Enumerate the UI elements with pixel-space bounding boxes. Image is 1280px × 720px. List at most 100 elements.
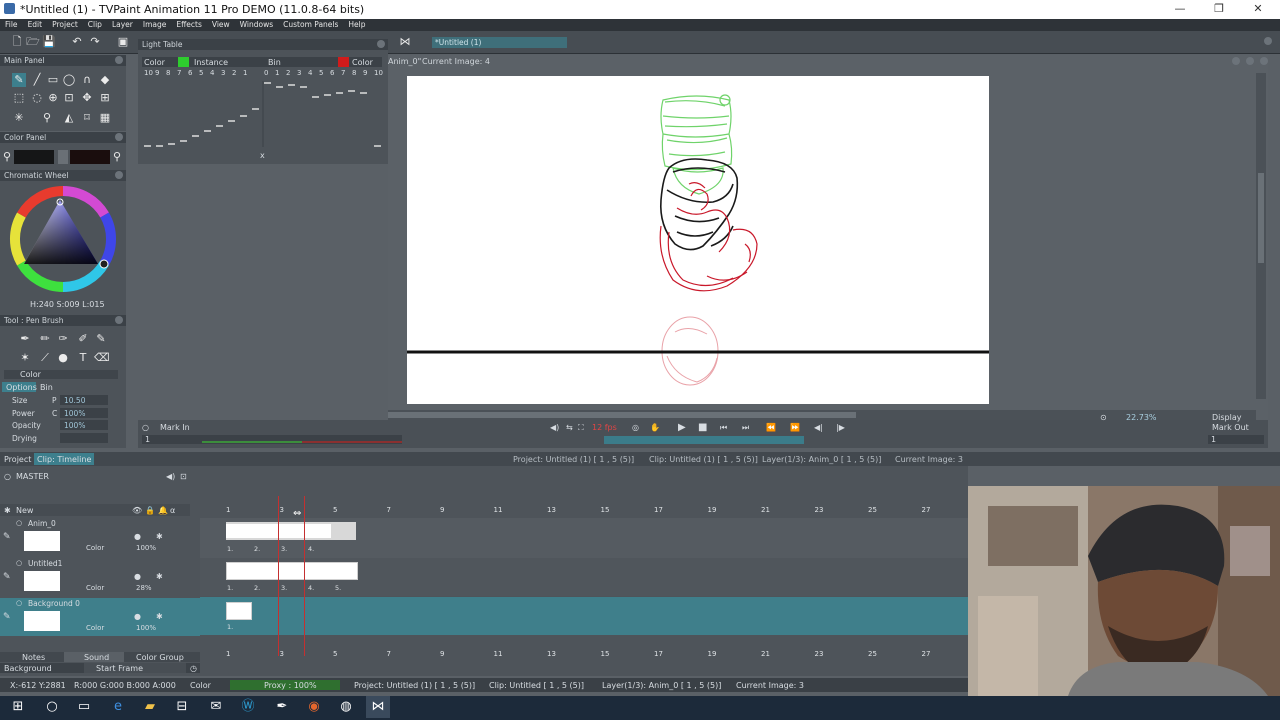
- warp-tool-icon[interactable]: ◭: [62, 111, 76, 125]
- start-frame-dropdown[interactable]: Start Frame: [84, 663, 186, 673]
- close-button[interactable]: ✕: [1238, 2, 1278, 17]
- light-table-num[interactable]: 5: [319, 69, 323, 77]
- menu-file[interactable]: File: [0, 19, 23, 30]
- record-icon[interactable]: ✋: [650, 423, 660, 432]
- close-icon[interactable]: [377, 40, 385, 48]
- tool-option-value[interactable]: [60, 432, 108, 443]
- scatter-icon[interactable]: ✶: [18, 351, 32, 365]
- tool-option-value[interactable]: 100%: [60, 420, 108, 430]
- light-table-num[interactable]: 8: [166, 69, 170, 77]
- eyedropper-icon[interactable]: ⚲: [2, 150, 12, 164]
- app-w-icon[interactable]: Ⓦ: [236, 696, 260, 718]
- fps-display[interactable]: 12 fps: [592, 423, 617, 432]
- color-wheel[interactable]: [8, 184, 118, 294]
- light-table-num[interactable]: 4: [308, 69, 312, 77]
- secondary-color-swatch[interactable]: [70, 150, 110, 164]
- store-icon[interactable]: ⊟: [170, 696, 194, 718]
- ellipse-tool-icon[interactable]: ◯: [62, 73, 76, 87]
- light-table-num[interactable]: 6: [330, 69, 334, 77]
- file-explorer-icon[interactable]: ▰: [138, 696, 162, 718]
- minimize-button[interactable]: —: [1160, 2, 1200, 17]
- app-pen-icon[interactable]: ✒: [270, 696, 294, 718]
- close-icon[interactable]: [115, 56, 123, 64]
- pencil-icon[interactable]: ✏: [38, 332, 52, 346]
- tool-option-value[interactable]: 100%: [60, 407, 108, 418]
- light-table-num[interactable]: 0: [264, 69, 268, 77]
- select-tool-icon[interactable]: ⬚: [12, 91, 26, 105]
- first-frame-button[interactable]: ⏮: [720, 423, 727, 433]
- menu-edit[interactable]: Edit: [23, 19, 48, 30]
- close-icon[interactable]: [115, 171, 123, 179]
- drawing-canvas[interactable]: [407, 76, 989, 404]
- last-frame-button[interactable]: ⏭: [742, 423, 749, 433]
- next-frame-button[interactable]: ⏩: [790, 423, 800, 432]
- search-icon[interactable]: ○: [40, 696, 64, 718]
- tool-option-mode[interactable]: C: [52, 409, 57, 418]
- speaker-icon[interactable]: ◀): [550, 423, 559, 432]
- rectangle-tool-icon[interactable]: ▭: [46, 73, 60, 87]
- doc-tab[interactable]: *Untitled (1): [432, 37, 567, 48]
- tool-color-row[interactable]: Color: [4, 370, 118, 379]
- mark-in-icon[interactable]: ○: [142, 423, 149, 432]
- playhead-line[interactable]: [278, 496, 279, 656]
- menu-windows[interactable]: Windows: [235, 19, 278, 30]
- instance-color-swatch[interactable]: [178, 57, 189, 67]
- menu-view[interactable]: View: [207, 19, 235, 30]
- light-table-num[interactable]: 5: [199, 69, 203, 77]
- marker-icon[interactable]: ✐: [76, 332, 90, 346]
- text-tool-icon[interactable]: ⌑: [80, 111, 94, 125]
- menu-layer[interactable]: Layer: [107, 19, 138, 30]
- brush-tool-icon[interactable]: ✎: [12, 73, 26, 87]
- light-table-num[interactable]: 7: [341, 69, 345, 77]
- menu-image[interactable]: Image: [138, 19, 172, 30]
- tool-option-value[interactable]: 10.50: [60, 395, 108, 405]
- zoom-value[interactable]: 22.73%: [1126, 413, 1157, 422]
- task-view-icon[interactable]: ▭: [72, 696, 96, 718]
- mark-in-field[interactable]: 1: [142, 435, 402, 444]
- undo-icon[interactable]: ↶: [70, 35, 84, 49]
- light-table-num[interactable]: 9: [155, 69, 159, 77]
- light-table-num[interactable]: 1: [243, 69, 247, 77]
- zoom-icon[interactable]: ⊙: [1100, 413, 1107, 422]
- restore-icon[interactable]: [1232, 57, 1240, 65]
- close-icon[interactable]: [1264, 37, 1272, 45]
- light-table-num[interactable]: 10: [374, 69, 383, 77]
- fit-icon[interactable]: ⛶: [578, 423, 584, 433]
- primary-color-swatch[interactable]: [14, 150, 54, 164]
- color-right-swatch[interactable]: [338, 57, 349, 67]
- close-icon[interactable]: [115, 316, 123, 324]
- vertical-scroll-thumb[interactable]: [1258, 173, 1264, 263]
- text-tool-icon[interactable]: T: [76, 351, 90, 365]
- move-tool-icon[interactable]: ✥: [80, 91, 94, 105]
- light-table-num[interactable]: 2: [286, 69, 290, 77]
- light-table-num[interactable]: 3: [297, 69, 301, 77]
- open-file-icon[interactable]: 🗁: [26, 35, 40, 49]
- tab-color-group[interactable]: Color Group: [136, 653, 184, 662]
- light-tool-icon[interactable]: ✳: [12, 111, 26, 125]
- tvpaint-taskbar-icon[interactable]: ⋈: [366, 696, 390, 718]
- light-table-num[interactable]: 8: [352, 69, 356, 77]
- line-tool-icon[interactable]: ╱: [30, 73, 44, 87]
- light-table-num[interactable]: 2: [232, 69, 236, 77]
- step-back-button[interactable]: ◀|: [814, 423, 823, 432]
- pen-brush-icon[interactable]: ✒: [18, 332, 32, 346]
- edge-icon[interactable]: e: [106, 696, 130, 718]
- menu-clip[interactable]: Clip: [83, 19, 107, 30]
- magic-wand-icon[interactable]: ⊕: [46, 91, 60, 105]
- display-menu[interactable]: Display: [1212, 413, 1242, 422]
- play-button[interactable]: ▶: [678, 422, 686, 433]
- tab-options[interactable]: Options: [2, 382, 37, 392]
- tab-notes[interactable]: Notes: [22, 653, 45, 662]
- close-icon[interactable]: [1260, 57, 1268, 65]
- light-table-num[interactable]: 1: [275, 69, 279, 77]
- eyedropper-icon[interactable]: ⚲: [112, 150, 122, 164]
- menu-custom-panels[interactable]: Custom Panels: [278, 19, 343, 30]
- ink-icon[interactable]: ✎: [94, 332, 108, 346]
- tab-clip-timeline[interactable]: Clip: Timeline: [34, 453, 94, 465]
- crop-tool-icon[interactable]: ⊡: [62, 91, 76, 105]
- eraser-icon[interactable]: ⌫: [94, 351, 110, 365]
- stop-button[interactable]: ■: [698, 422, 707, 433]
- minimize-icon[interactable]: [1246, 57, 1254, 65]
- windows-start-icon[interactable]: ⊞: [6, 696, 30, 718]
- light-table-num[interactable]: 3: [221, 69, 225, 77]
